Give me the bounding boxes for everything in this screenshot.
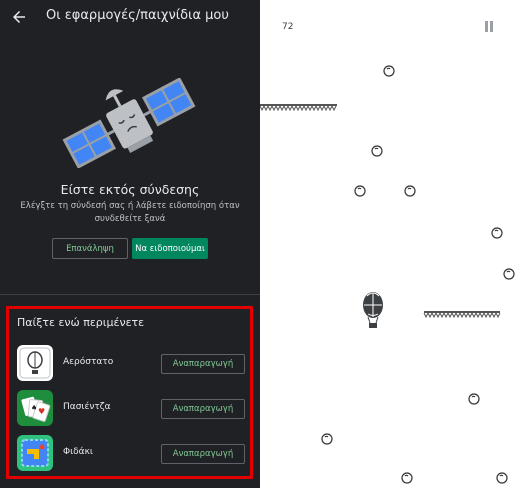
solitaire-icon[interactable]: ♥ ♠ bbox=[17, 390, 53, 426]
play-while-waiting-section: Παίξτε ενώ περιμένετε Αερόστατο Αναπαραγ… bbox=[6, 306, 253, 479]
game-row-snake[interactable]: Φιδάκι Αναπαραγωγή bbox=[17, 435, 247, 473]
bubble bbox=[496, 472, 508, 484]
game-row-solitaire[interactable]: ♥ ♠ Πασιέντζα Αναπαραγωγή bbox=[17, 390, 247, 428]
play-button[interactable]: Αναπαραγωγή bbox=[161, 354, 245, 374]
game-row-balloon[interactable]: Αερόστατο Αναπαραγωγή bbox=[17, 345, 247, 383]
spike-platform bbox=[423, 311, 501, 319]
section-header: Παίξτε ενώ περιμένετε bbox=[17, 316, 145, 329]
left-panel: Οι εφαρμογές/παιχνίδια μου Είστε εκτός σ… bbox=[0, 0, 260, 488]
spike-platform bbox=[260, 104, 337, 112]
game-name: Φιδάκι bbox=[63, 447, 93, 457]
bubble bbox=[491, 227, 503, 239]
app-bar: Οι εφαρμογές/παιχνίδια μου bbox=[0, 0, 260, 36]
balloon-icon[interactable] bbox=[17, 345, 53, 381]
snake-icon[interactable] bbox=[17, 435, 53, 471]
offline-message: Ελέγξτε τη σύνδεσή σας ή λάβετε ειδοποίη… bbox=[20, 201, 240, 224]
bubble bbox=[354, 185, 366, 197]
retry-button[interactable]: Επανάληψη bbox=[52, 238, 128, 259]
bubble bbox=[503, 268, 515, 280]
play-button[interactable]: Αναπαραγωγή bbox=[161, 444, 245, 464]
bubble bbox=[468, 393, 480, 405]
game-canvas bbox=[260, 65, 515, 484]
bubble bbox=[401, 472, 413, 484]
svg-text:♠: ♠ bbox=[31, 404, 37, 412]
bubble bbox=[371, 145, 383, 157]
bubble bbox=[321, 433, 333, 445]
notify-me-button[interactable]: Να ειδοποιούμαι bbox=[132, 238, 208, 259]
player-balloon bbox=[363, 292, 383, 328]
bubble bbox=[404, 185, 416, 197]
svg-text:♥: ♥ bbox=[38, 407, 45, 416]
back-arrow-icon[interactable] bbox=[10, 8, 28, 26]
balloon-game-area[interactable]: 72 bbox=[260, 0, 520, 488]
game-name: Πασιέντζα bbox=[63, 402, 111, 412]
divider bbox=[0, 294, 260, 295]
page-title: Οι εφαρμογές/παιχνίδια μου bbox=[46, 8, 229, 23]
offline-title: Είστε εκτός σύνδεσης bbox=[60, 182, 200, 197]
play-button[interactable]: Αναπαραγωγή bbox=[161, 399, 245, 419]
game-name: Αερόστατο bbox=[63, 357, 114, 367]
bubble bbox=[383, 65, 395, 77]
satellite-illustration-icon bbox=[62, 78, 196, 168]
